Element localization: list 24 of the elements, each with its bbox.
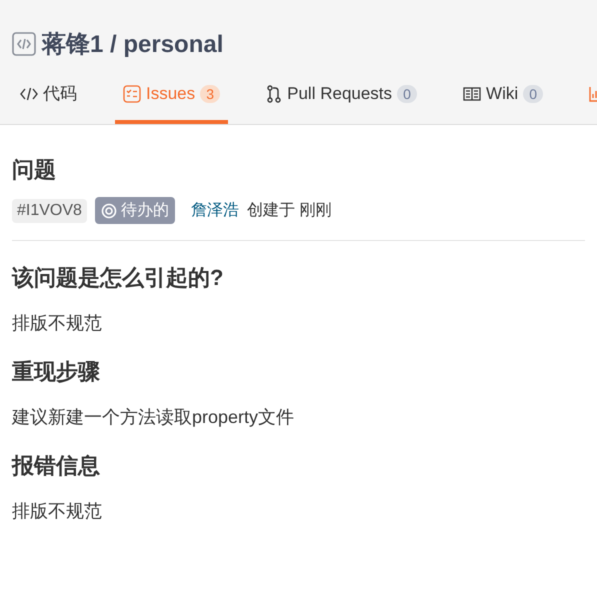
section-heading: 重现步骤 <box>12 358 101 386</box>
code-icon <box>20 86 38 102</box>
created-time: 创建于 刚刚 <box>246 200 332 221</box>
section-text: 排版不规范 <box>12 500 103 523</box>
issue-id: #I1VOV8 <box>12 198 87 222</box>
count-badge: 0 <box>397 84 418 102</box>
issue-heading: 问题 <box>12 156 57 184</box>
section-heading: 该问题是怎么引起的? <box>12 264 224 292</box>
nav-tab[interactable]: Wiki 0 <box>455 82 552 124</box>
section-text: 建议新建一个方法读取property文件 <box>12 406 296 429</box>
repo-title: 蒋锋1 / personal <box>42 30 224 60</box>
pull-request-icon <box>266 84 282 102</box>
count-badge: 3 <box>200 84 220 102</box>
chart-icon <box>589 86 597 102</box>
count-badge: 0 <box>523 84 544 102</box>
nav-tab[interactable]: Pull Requests 0 <box>258 82 426 124</box>
code-repo-icon <box>12 32 36 56</box>
status-badge: 待办的 <box>94 197 175 224</box>
author-link[interactable]: 詹泽浩 <box>190 200 239 221</box>
section-heading: 报错信息 <box>12 452 101 480</box>
section-text: 排版不规范 <box>12 312 103 335</box>
book-icon <box>463 86 482 100</box>
checklist-icon <box>123 84 141 102</box>
nav-tab[interactable]: 代码 <box>12 82 85 124</box>
